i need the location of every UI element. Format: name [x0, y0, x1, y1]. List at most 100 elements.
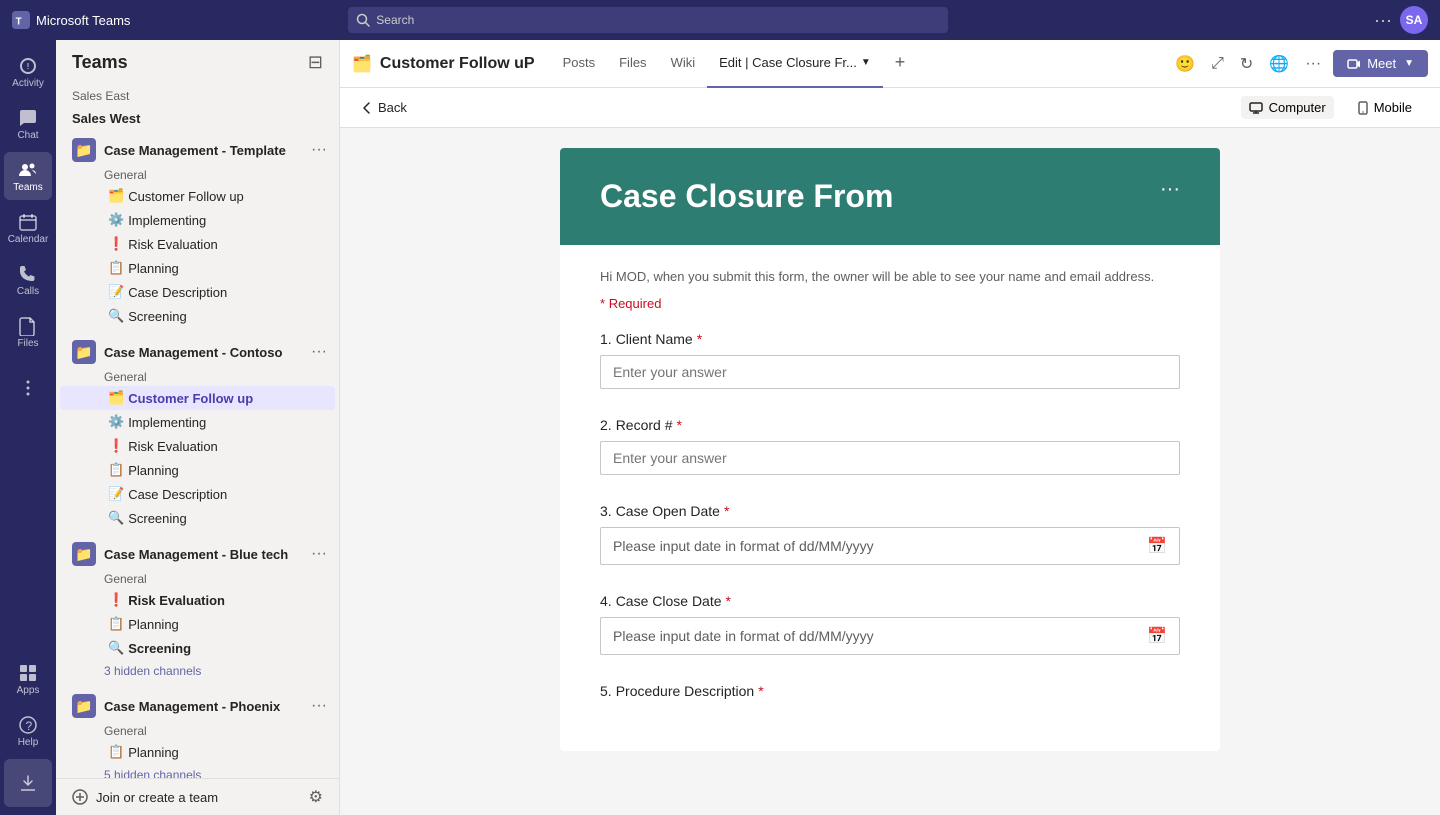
channel-plan1[interactable]: 📋Planning — [60, 256, 335, 280]
nav-posts[interactable]: Posts — [551, 40, 608, 88]
apps-label: Apps — [17, 685, 40, 696]
question-1: 1. Client Name * — [600, 331, 1180, 389]
q2-input[interactable] — [600, 441, 1180, 475]
settings-icon[interactable]: ⚙ — [309, 787, 323, 807]
team-icon-contoso: 📁 — [72, 340, 96, 364]
sidebar-item-files[interactable]: Files — [4, 308, 52, 356]
avatar[interactable]: SA — [1400, 6, 1428, 34]
q4-calendar-icon[interactable]: 📅 — [1147, 626, 1167, 646]
channel-risk1[interactable]: ❗Risk Evaluation — [60, 232, 335, 256]
computer-view-toggle[interactable]: Computer — [1241, 96, 1334, 119]
q4-text: Case Close Date — [616, 593, 722, 609]
team-case-mgmt-template: 📁 Case Management - Template ··· General… — [56, 130, 339, 332]
q4-number: 4. — [600, 593, 612, 609]
back-button[interactable]: Back — [360, 100, 407, 115]
team-case-mgmt-phoenix: 📁 Case Management - Phoenix ··· General … — [56, 686, 339, 778]
channel-screen1[interactable]: 🔍Screening — [60, 304, 335, 328]
more-btn[interactable]: ··· — [1301, 51, 1325, 77]
form-required: * Required — [600, 296, 1180, 311]
q3-placeholder: Please input date in format of dd/MM/yyy… — [613, 538, 874, 554]
hidden-channels-phoenix[interactable]: 5 hidden channels — [56, 764, 339, 778]
team-header-contoso[interactable]: 📁 Case Management - Contoso ··· — [56, 336, 339, 368]
team-header-template[interactable]: 📁 Case Management - Template ··· — [56, 134, 339, 166]
sidebar-item-calls[interactable]: Calls — [4, 256, 52, 304]
team-more-template[interactable]: ··· — [307, 139, 331, 161]
channel-cfu2[interactable]: 🗂️Customer Follow up — [60, 386, 335, 410]
nav-wiki[interactable]: Wiki — [659, 40, 708, 88]
sidebar: Activity Chat Teams Calendar Calls Files — [0, 40, 340, 815]
icon-rail: Activity Chat Teams Calendar Calls Files — [0, 40, 56, 815]
sidebar-item-apps[interactable]: Apps — [4, 655, 52, 703]
sidebar-item-download[interactable] — [4, 759, 52, 807]
team-header-bluetech[interactable]: 📁 Case Management - Blue tech ··· — [56, 538, 339, 570]
content-area: 🗂️ Customer Follow uP Posts Files Wiki E… — [340, 40, 1440, 815]
team-icon-bluetech: 📁 — [72, 542, 96, 566]
channel-plan3[interactable]: 📋Planning — [60, 612, 335, 636]
group-label-template: General — [56, 166, 339, 184]
form-nav-right: Computer Mobile — [1241, 96, 1420, 119]
search-icon — [356, 13, 370, 27]
refresh-btn[interactable]: ↻ — [1236, 50, 1257, 78]
form-nav: Back Computer Mobile — [340, 88, 1440, 128]
meet-label: Meet — [1367, 56, 1396, 71]
team-name-bluetech: Case Management - Blue tech — [104, 547, 299, 562]
help-label: Help — [18, 737, 39, 748]
team-more-bluetech[interactable]: ··· — [307, 543, 331, 565]
channel-casedesc1[interactable]: 📝Case Description — [60, 280, 335, 304]
q4-date-input[interactable]: Please input date in format of dd/MM/yyy… — [600, 617, 1180, 655]
more-icon[interactable]: ··· — [1374, 10, 1392, 31]
team-name-template: Case Management - Template — [104, 143, 299, 158]
q4-label: 4. Case Close Date * — [600, 593, 1180, 609]
chat-label: Chat — [17, 130, 38, 141]
nav-add[interactable]: + — [883, 40, 918, 88]
channel-impl2[interactable]: ⚙️Implementing — [60, 410, 335, 434]
search-bar[interactable]: Search — [348, 7, 948, 33]
sidebar-item-help[interactable]: ? Help — [4, 707, 52, 755]
required-label: Required — [609, 296, 662, 311]
emoji-btn[interactable]: 🙂 — [1171, 50, 1199, 78]
q1-input[interactable] — [600, 355, 1180, 389]
channel-cfu1[interactable]: 🗂️Customer Follow up — [60, 184, 335, 208]
q2-label: 2. Record # * — [600, 417, 1180, 433]
channel-casedesc2[interactable]: 📝Case Description — [60, 482, 335, 506]
team-header-phoenix[interactable]: 📁 Case Management - Phoenix ··· — [56, 690, 339, 722]
channel-plan2[interactable]: 📋Planning — [60, 458, 335, 482]
nav-edit[interactable]: Edit | Case Closure Fr... ▼ — [707, 40, 883, 88]
meet-button[interactable]: Meet ▼ — [1333, 50, 1428, 77]
titlebar-right: ··· SA — [1374, 6, 1428, 34]
channel-header-name: Customer Follow uP — [380, 55, 535, 73]
join-team-icon — [72, 789, 88, 805]
q1-text: Client Name — [616, 331, 693, 347]
channel-screen2[interactable]: 🔍Screening — [60, 506, 335, 530]
expand-btn[interactable]: ⤢ — [1207, 51, 1228, 77]
sales-west-label: Sales East — [56, 85, 339, 107]
sidebar-item-activity[interactable]: Activity — [4, 48, 52, 96]
hidden-channels-bluetech[interactable]: 3 hidden channels — [56, 660, 339, 682]
channel-header-emoji: 🗂️ — [352, 54, 372, 74]
globe-btn[interactable]: 🌐 — [1265, 50, 1293, 78]
channel-screen3[interactable]: 🔍Screening — [60, 636, 335, 660]
titlebar: T Microsoft Teams Search ··· SA — [0, 0, 1440, 40]
channel-impl1[interactable]: ⚙️Implementing — [60, 208, 335, 232]
team-icon-phoenix: 📁 — [72, 694, 96, 718]
channel-risk3[interactable]: ❗Risk Evaluation — [60, 588, 335, 612]
sidebar-item-more[interactable] — [4, 364, 52, 412]
join-team-footer[interactable]: Join or create a team ⚙ — [56, 778, 339, 815]
files-label: Files — [17, 338, 38, 349]
sidebar-item-chat[interactable]: Chat — [4, 100, 52, 148]
channel-risk2[interactable]: ❗Risk Evaluation — [60, 434, 335, 458]
computer-icon — [1249, 101, 1263, 115]
filter-icon[interactable]: ⊟ — [308, 52, 323, 73]
sidebar-item-teams[interactable]: Teams — [4, 152, 52, 200]
sidebar-item-calendar[interactable]: Calendar — [4, 204, 52, 252]
channel-plan4[interactable]: 📋Planning — [60, 740, 335, 764]
mobile-view-toggle[interactable]: Mobile — [1350, 96, 1420, 119]
q3-date-input[interactable]: Please input date in format of dd/MM/yyy… — [600, 527, 1180, 565]
svg-text:T: T — [16, 17, 22, 28]
team-more-contoso[interactable]: ··· — [307, 341, 331, 363]
nav-files[interactable]: Files — [607, 40, 658, 88]
q3-calendar-icon[interactable]: 📅 — [1147, 536, 1167, 556]
form-header-more[interactable]: ··· — [1160, 178, 1180, 201]
team-more-phoenix[interactable]: ··· — [307, 695, 331, 717]
group-label-bluetech: General — [56, 570, 339, 588]
